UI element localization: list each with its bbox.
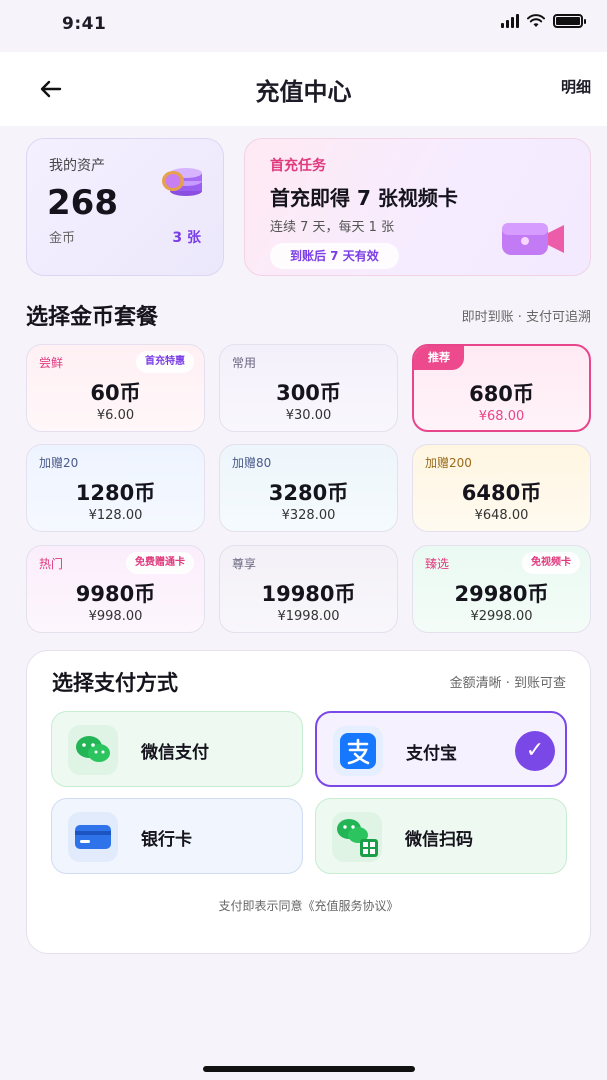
battery-icon [553,14,586,28]
package-tag: 加赠20 [39,456,79,470]
package-price: ¥30.00 [285,408,332,423]
wifi-icon [527,14,545,27]
package-coins: 9980币 [75,582,156,606]
package-coins: 6480币 [461,481,542,505]
video-camera-icon [502,223,564,255]
package-price: ¥128.00 [88,508,143,523]
package-tag: 推荐 [414,346,464,370]
package-card[interactable]: 尊享 19980币 ¥1998.00 [219,545,398,633]
package-price: ¥1998.00 [277,609,340,624]
package-coins: 680币 [469,382,534,406]
asset-card: 我的资产 268 金币 3 张 [26,138,224,276]
package-tag: 尝鲜 [39,356,64,370]
package-badge: 免视频卡 [522,552,580,574]
status-bar: 9:41 [0,0,607,52]
card-count[interactable]: 3 张 [172,227,201,247]
package-card[interactable]: 常用 300币 ¥30.00 [219,344,398,432]
package-price: ¥648.00 [474,508,529,523]
page-title: 充值中心 [255,78,352,106]
package-card[interactable]: 加赠20 1280币 ¥128.00 [26,444,205,532]
status-time: 9:41 [62,14,107,34]
payment-option-wechat-pay[interactable]: 微信支付 [51,711,303,787]
package-coins: 19980币 [261,582,356,606]
alipay-icon [333,726,383,776]
coin-unit: 金币 [49,231,76,246]
cellular-signal-icon [501,14,519,28]
package-tag: 加赠200 [425,456,472,470]
wechat-icon [68,725,118,775]
package-tag: 热门 [39,557,64,571]
task-validity-pill: 到账后 7 天有效 [270,243,399,269]
payment-section-note: 金额清晰 · 到账可查 [449,676,566,691]
payment-option-label: 支付宝 [406,744,457,764]
payment-option-wechat-scan[interactable]: 微信扫码 [315,798,567,874]
detail-link[interactable]: 明细 [561,76,591,97]
package-coins: 1280币 [75,481,156,505]
packages-section-note: 即时到账 · 支付可追溯 [461,310,591,325]
package-tag: 加赠80 [232,456,272,470]
payment-option-label: 微信支付 [141,743,209,763]
package-card[interactable]: 热门 免费赠通卡 9980币 ¥998.00 [26,545,205,633]
payment-option-label: 微信扫码 [405,830,473,850]
package-price: ¥68.00 [478,409,525,424]
package-price: ¥2998.00 [470,609,533,624]
payment-option-alipay[interactable]: 支付宝 ✓ [315,711,567,787]
package-coins: 29980币 [454,582,549,606]
package-badge: 首充特惠 [136,351,194,373]
package-tag: 臻选 [425,557,450,571]
task-subtitle: 连续 7 天，每天 1 张 [270,220,395,235]
check-icon: ✓ [515,731,555,771]
payment-section-title: 选择支付方式 [52,671,178,695]
package-tag: 尊享 [232,557,257,571]
asset-label: 我的资产 [49,158,105,174]
package-card[interactable]: 尝鲜 首充特惠 60币 ¥6.00 [26,344,205,432]
package-card[interactable]: 加赠80 3280币 ¥328.00 [219,444,398,532]
package-coins: 60币 [90,381,141,405]
coin-balance: 268 [47,183,118,223]
package-badge: 免费赠通卡 [126,552,194,574]
payment-option-bank-card[interactable]: 银行卡 [51,798,303,874]
package-price: ¥998.00 [88,609,143,624]
package-tag: 常用 [232,356,257,370]
home-indicator [203,1066,415,1072]
package-card[interactable]: 加赠200 6480币 ¥648.00 [412,444,591,532]
package-card-selected[interactable]: 推荐 680币 ¥68.00 [412,344,591,432]
package-price: ¥6.00 [96,408,135,423]
package-coins: 3280币 [268,481,349,505]
nav-bar: 充值中心 明细 [0,52,607,126]
package-card[interactable]: 臻选 免视频卡 29980币 ¥2998.00 [412,545,591,633]
bank-card-icon [68,812,118,862]
first-recharge-task-card[interactable]: 首充任务 首充即得 7 张视频卡 连续 7 天，每天 1 张 到账后 7 天有效 [244,138,591,276]
coins-icon [162,168,202,196]
wechat-scan-icon [332,812,382,862]
package-coins: 300币 [276,381,341,405]
task-tag: 首充任务 [270,158,326,174]
payment-option-label: 银行卡 [141,830,192,850]
service-agreement-link[interactable]: 支付即表示同意《充值服务协议》 [27,897,590,914]
package-price: ¥328.00 [281,508,336,523]
packages-section-title: 选择金币套餐 [26,305,159,330]
status-icons [501,14,586,28]
payment-method-card: 选择支付方式 金额清晰 · 到账可查 微信支付 支付宝 ✓ 银行卡 微信扫码 支… [26,650,591,954]
task-title: 首充即得 7 张视频卡 [270,186,458,210]
